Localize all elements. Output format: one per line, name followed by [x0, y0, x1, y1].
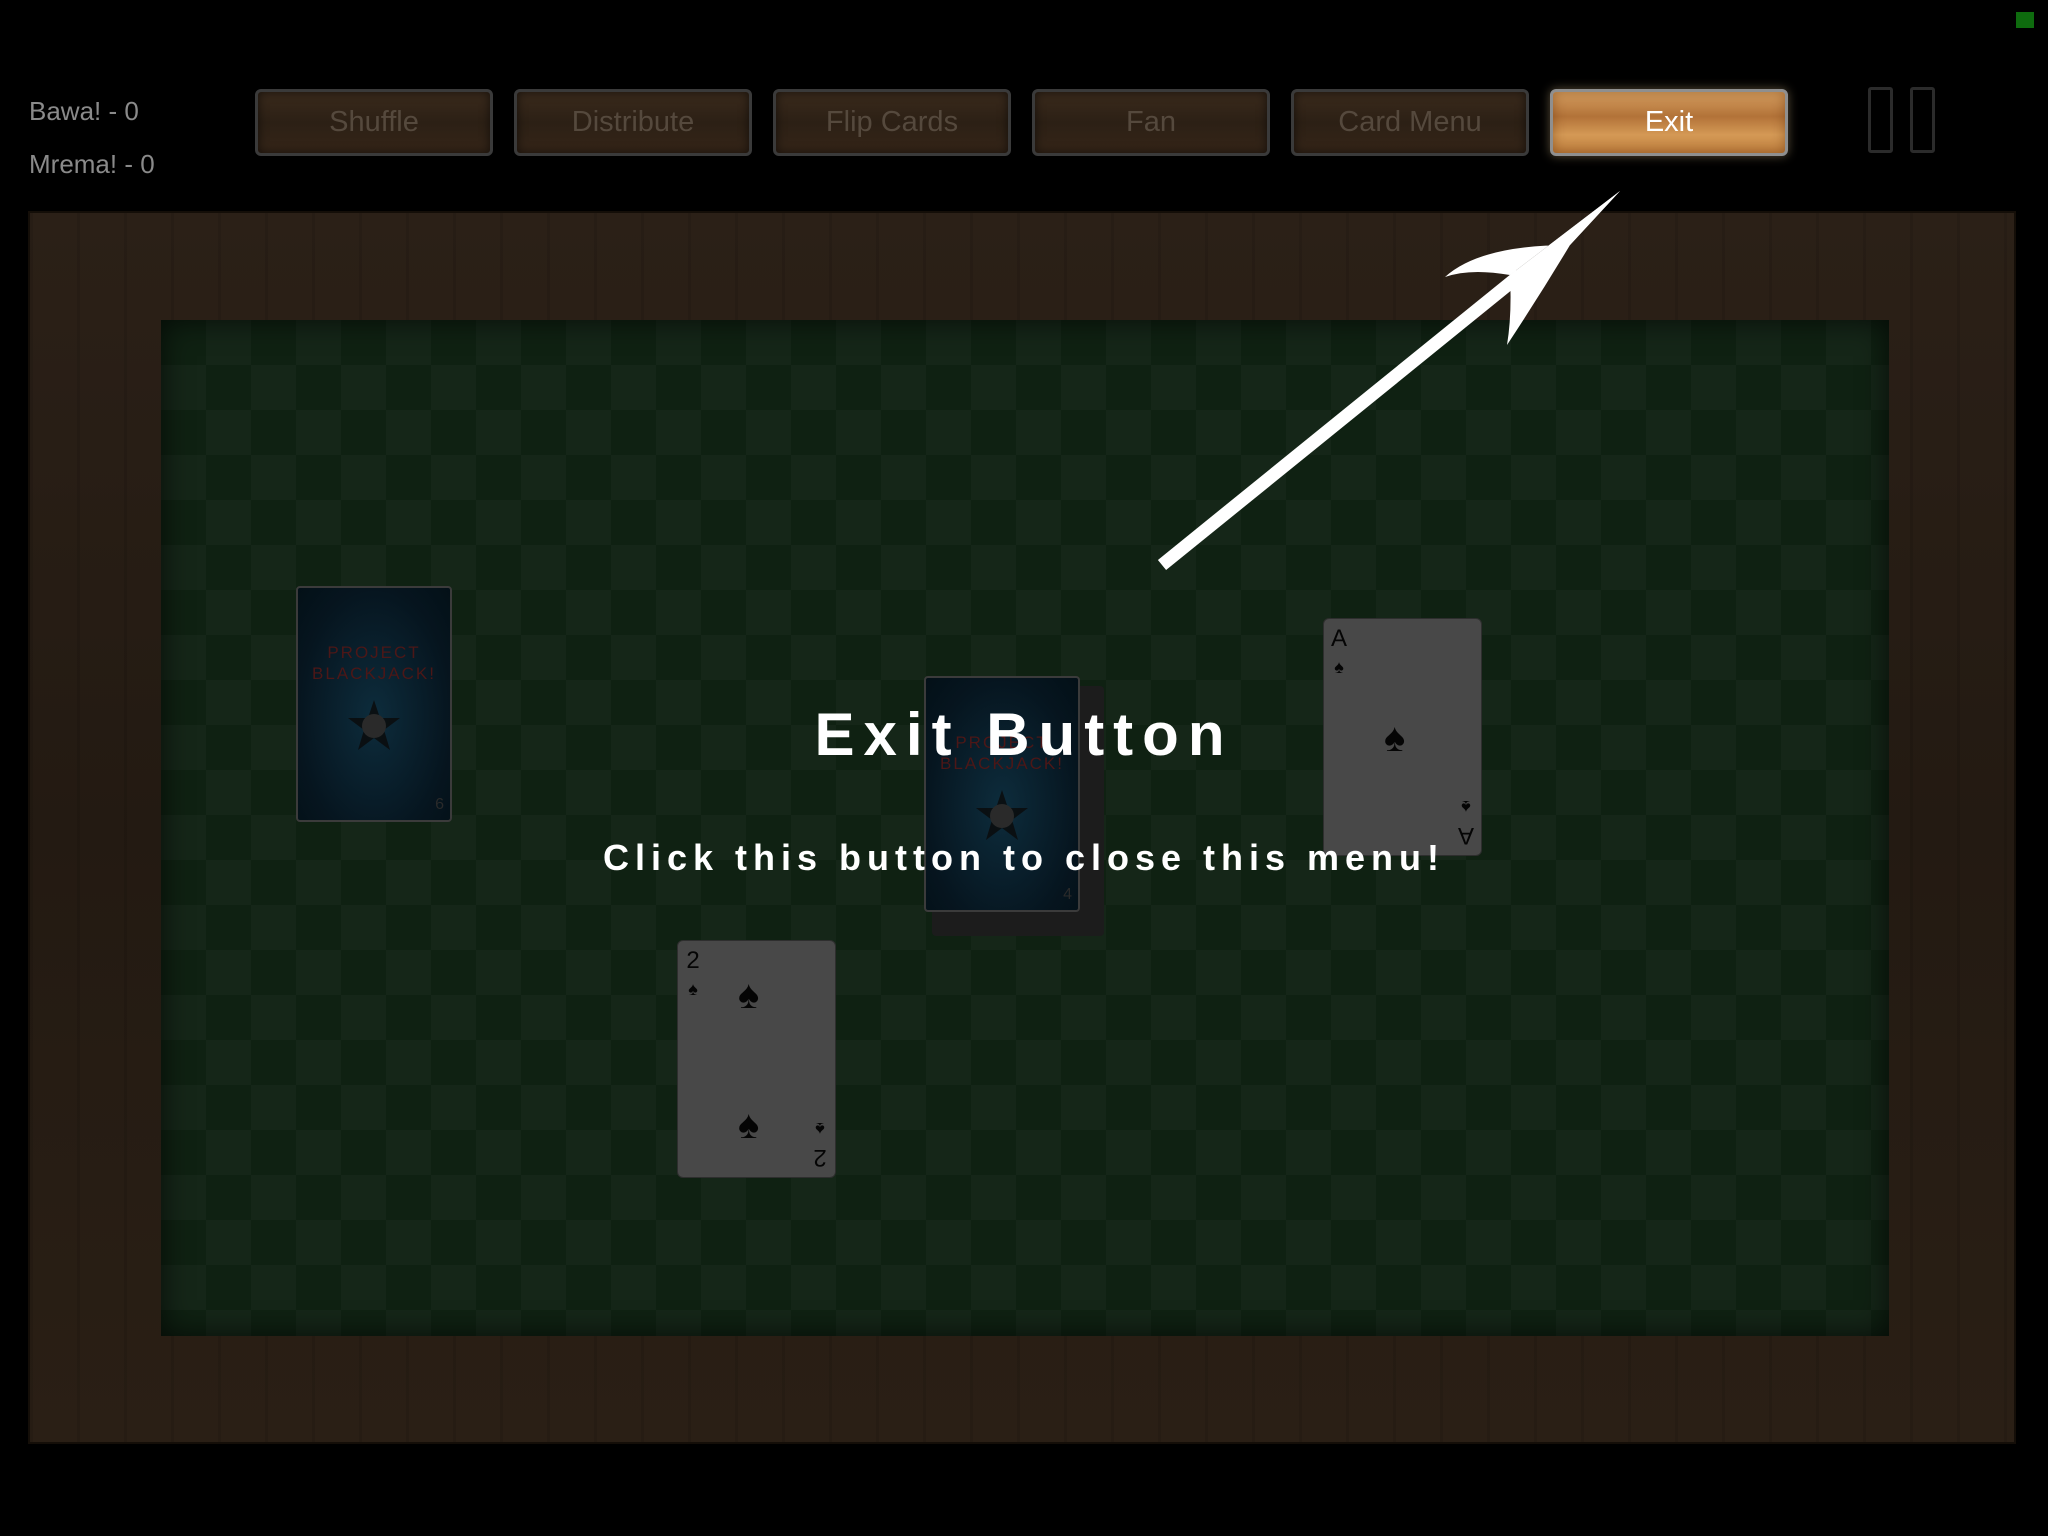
pause-bar-right [1910, 87, 1935, 153]
spade-icon: ♠ [738, 1103, 760, 1147]
spade-icon: ♠ [738, 973, 760, 1017]
spade-icon: ♠ [815, 1119, 825, 1139]
tutorial-title: Exit Button [814, 701, 1234, 768]
exit-button[interactable]: Exit [1550, 89, 1788, 156]
status-bar [0, 0, 2048, 40]
card-rank: 2 [813, 1144, 827, 1171]
spade-icon: ♠ [688, 979, 698, 999]
card-count: 4 [1063, 886, 1072, 903]
battery-icon [2016, 12, 2034, 28]
flip-cards-button[interactable]: Flip Cards [773, 89, 1011, 156]
spade-icon: ♠ [1334, 657, 1344, 677]
distribute-button[interactable]: Distribute [514, 89, 752, 156]
fan-button[interactable]: Fan [1032, 89, 1270, 156]
card-rank: A [1330, 625, 1347, 652]
spade-icon: ♠ [1461, 797, 1471, 817]
card-menu-button[interactable]: Card Menu [1291, 89, 1529, 156]
player-1-score: Bawa! - 0 [29, 96, 139, 126]
shuffle-button[interactable]: Shuffle [255, 89, 493, 156]
tutorial-text: Click this button to close this menu! [602, 837, 1446, 878]
pause-bar-left [1868, 87, 1893, 153]
pointer-arrow-icon [1157, 191, 1620, 571]
card-count: 6 [435, 796, 444, 813]
player-2-score: Mrema! - 0 [29, 149, 155, 179]
two-of-spades-card[interactable]: 2 ♠ ♠ ♠ 2 ♠ [677, 940, 836, 1178]
card-back-brand: PROJECT BLACKJACK! [312, 643, 436, 683]
card-rank: 2 [686, 947, 700, 974]
